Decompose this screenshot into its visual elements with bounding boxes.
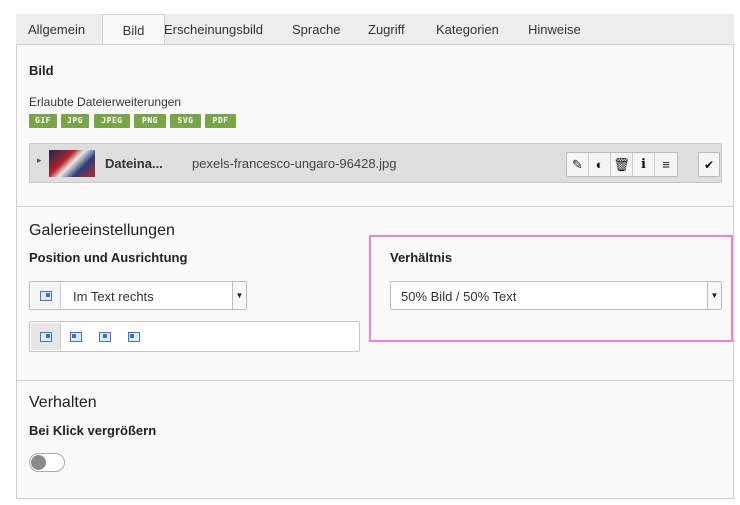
- tab-zugriff[interactable]: Zugriff: [368, 14, 405, 45]
- position-below-button[interactable]: [119, 323, 149, 350]
- extension-badge-gif: GIF: [29, 114, 57, 128]
- select-caret-icon[interactable]: ▼: [232, 282, 246, 309]
- position-icon-buttons: [29, 321, 360, 352]
- extension-badge-png: PNG: [134, 114, 166, 128]
- info-icon[interactable]: i: [633, 153, 655, 176]
- click-enlarge-toggle[interactable]: [29, 453, 65, 472]
- position-left-button[interactable]: [61, 323, 91, 350]
- file-name-value: pexels-francesco-ungaro-96428.jpg: [192, 156, 397, 171]
- tab-kategorien[interactable]: Kategorien: [436, 14, 499, 45]
- position-above-button[interactable]: [90, 323, 120, 350]
- position-select-value: Im Text rechts: [73, 289, 154, 304]
- image-section-title: Bild: [29, 63, 54, 78]
- pencil-icon[interactable]: ✎: [567, 153, 589, 176]
- file-reference-row[interactable]: ▸ Dateina... pexels-francesco-ungaro-964…: [29, 143, 722, 183]
- position-select[interactable]: Im Text rechts ▼: [29, 281, 247, 310]
- tab-allgemein[interactable]: Allgemein: [28, 14, 85, 45]
- position-right-button[interactable]: [31, 323, 61, 350]
- tab-hinweise[interactable]: Hinweise: [528, 14, 581, 45]
- file-thumbnail: [49, 150, 95, 177]
- tab-bild[interactable]: Bild: [102, 14, 165, 46]
- toggle-visibility-icon[interactable]: ◐: [589, 153, 611, 176]
- file-actions-group: ✎ ◐ 🗑 i ≡: [566, 152, 678, 177]
- tab-bar: Allgemein Bild Erscheinungsbild Sprache …: [16, 14, 734, 46]
- extension-badge-jpg: JPG: [61, 114, 89, 128]
- trash-icon[interactable]: 🗑: [611, 153, 633, 176]
- extension-badge-svg: SVG: [170, 114, 201, 128]
- gallery-section-title: Galerieeinstellungen: [29, 222, 175, 239]
- section-divider: [17, 206, 733, 207]
- tab-erscheinungsbild[interactable]: Erscheinungsbild: [164, 14, 263, 45]
- checkmark-icon[interactable]: ✔: [698, 152, 720, 177]
- image-position-icon: [31, 283, 61, 308]
- extension-badge-pdf: PDF: [205, 114, 236, 128]
- behaviour-section-title: Verhalten: [29, 394, 97, 411]
- highlight-frame: [369, 235, 733, 342]
- file-name-label: Dateina...: [105, 156, 163, 171]
- allowed-extensions-label: Erlaubte Dateierweiterungen: [29, 95, 182, 109]
- menu-icon[interactable]: ≡: [655, 153, 677, 176]
- click-enlarge-label: Bei Klick vergrößern: [29, 423, 157, 438]
- position-label: Position und Ausrichtung: [29, 250, 188, 265]
- section-divider: [17, 380, 733, 381]
- expand-chevron-icon[interactable]: ▸: [37, 155, 42, 166]
- toggle-knob: [31, 455, 46, 470]
- tab-sprache[interactable]: Sprache: [292, 14, 340, 45]
- extension-badge-jpeg: JPEG: [94, 114, 130, 128]
